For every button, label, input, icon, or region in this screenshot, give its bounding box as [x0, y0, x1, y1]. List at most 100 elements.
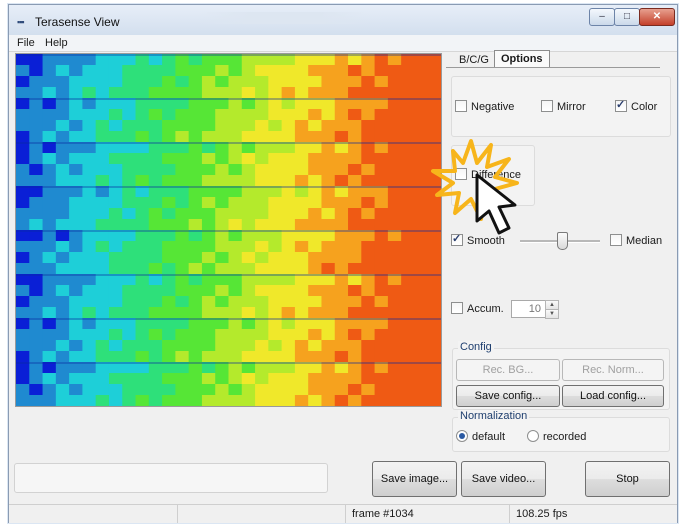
heatmap-cell: [361, 373, 376, 385]
heatmap-cell: [148, 285, 163, 297]
heatmap-cell: [175, 164, 190, 176]
heatmap-cell: [414, 373, 429, 385]
tab-options[interactable]: Options: [494, 50, 550, 68]
heatmap-cell: [228, 164, 243, 176]
heatmap-cell: [16, 263, 30, 275]
heatmap-cell: [16, 340, 30, 352]
heatmap-cell: [255, 373, 269, 385]
heatmap-cell: [228, 175, 243, 187]
heatmap-cell: [29, 351, 44, 363]
rec-bg-button[interactable]: Rec. BG...: [456, 359, 560, 381]
accum-frames-input[interactable]: 10: [511, 300, 546, 318]
heatmap-cell: [334, 384, 349, 396]
save-video-button[interactable]: Save video...: [461, 461, 546, 497]
rec-norm-button[interactable]: Rec. Norm...: [562, 359, 664, 381]
heatmap-cell: [228, 373, 243, 385]
heatmap-cell: [334, 208, 349, 220]
save-config-button[interactable]: Save config...: [456, 385, 560, 407]
heatmap-cell: [16, 384, 30, 396]
heatmap-cell: [82, 395, 97, 406]
normalization-recorded-radio[interactable]: recorded: [527, 430, 586, 444]
median-label: Median: [626, 235, 663, 247]
menu-file[interactable]: File: [17, 37, 35, 49]
negative-checkbox[interactable]: Negative: [455, 100, 514, 114]
normalization-default-radio[interactable]: default: [456, 430, 505, 444]
heatmap-cell: [228, 395, 243, 406]
heatmap-cell: [401, 164, 415, 176]
heatmap-cell: [427, 109, 441, 121]
heatmap-cell: [95, 175, 110, 187]
save-image-button[interactable]: Save image...: [372, 461, 457, 497]
heatmap-cell: [427, 329, 441, 341]
heatmap-cell: [387, 373, 402, 385]
heatmap-cell: [148, 340, 163, 352]
close-button[interactable]: ✕: [639, 8, 675, 26]
heatmap-cell: [29, 120, 44, 132]
accum-checkbox[interactable]: Accum.: [451, 302, 504, 316]
heatmap-cell: [162, 395, 176, 406]
stop-button[interactable]: Stop: [585, 461, 670, 497]
accum-checkbox-box[interactable]: [451, 302, 463, 314]
heatmap-cell: [82, 175, 97, 187]
median-checkbox-box[interactable]: [610, 234, 622, 246]
heatmap-cell: [374, 131, 389, 143]
heatmap-cell: [188, 340, 203, 352]
heatmap-cell: [228, 197, 243, 209]
load-config-button[interactable]: Load config...: [562, 385, 664, 407]
menu-help[interactable]: Help: [45, 37, 68, 49]
heatmap-cell: [308, 208, 322, 220]
heatmap-cell: [188, 329, 203, 341]
mirror-checkbox[interactable]: Mirror: [541, 100, 586, 114]
heatmap-cell: [334, 76, 349, 88]
status-bar: frame #1034 108.25 fps: [9, 504, 677, 523]
heatmap-cell: [135, 340, 150, 352]
heatmap-cell: [201, 340, 216, 352]
heatmap-cell: [82, 329, 97, 341]
heatmap-cell: [16, 120, 30, 132]
heatmap-cell: [294, 175, 309, 187]
heatmap-cell: [148, 263, 163, 275]
heatmap-cell: [294, 109, 309, 121]
heatmap-cell: [387, 76, 402, 88]
heatmap-cell: [414, 329, 429, 341]
heatmap-band-separator: [16, 274, 441, 276]
heatmap-cell: [401, 120, 415, 132]
color-checkbox-box[interactable]: [615, 98, 627, 112]
heatmap-cell: [281, 373, 296, 385]
heatmap-cell: [281, 219, 296, 231]
minimize-button[interactable]: –: [589, 8, 615, 26]
heatmap-cell: [69, 175, 83, 187]
maximize-button[interactable]: □: [614, 8, 640, 26]
heatmap-cell: [361, 285, 376, 297]
heatmap-cell: [387, 219, 402, 231]
heatmap-cell: [215, 76, 229, 88]
heatmap-cell: [29, 87, 44, 99]
mirror-checkbox-box[interactable]: [541, 100, 553, 112]
heatmap-cell: [16, 241, 30, 253]
default-radio-dot[interactable]: [456, 430, 468, 442]
heatmap-cell: [188, 263, 203, 275]
heatmap-cell: [281, 164, 296, 176]
heatmap-cell: [42, 296, 57, 308]
spin-down-icon[interactable]: ▼: [545, 309, 559, 319]
heatmap-cell: [308, 175, 322, 187]
accum-spinner[interactable]: ▲ ▼: [545, 300, 559, 319]
heatmap-cell: [135, 263, 150, 275]
negative-checkbox-box[interactable]: [455, 100, 467, 112]
heatmap-cell: [135, 87, 150, 99]
median-checkbox[interactable]: Median: [610, 234, 662, 248]
heatmap-cell: [255, 340, 269, 352]
heatmap-cell: [122, 109, 137, 121]
heatmap-cell: [95, 252, 110, 264]
color-checkbox[interactable]: Color: [615, 98, 657, 114]
heatmap-cell: [215, 109, 229, 121]
heatmap-cell: [294, 219, 309, 231]
heatmap-cell: [201, 76, 216, 88]
heatmap-cell: [82, 87, 97, 99]
heatmap-cell: [308, 65, 322, 77]
smooth-slider-thumb[interactable]: [557, 232, 568, 250]
recorded-radio-dot[interactable]: [527, 430, 539, 442]
heatmap-cell: [294, 120, 309, 132]
heatmap-cell: [334, 329, 349, 341]
heatmap-cell: [122, 208, 137, 220]
